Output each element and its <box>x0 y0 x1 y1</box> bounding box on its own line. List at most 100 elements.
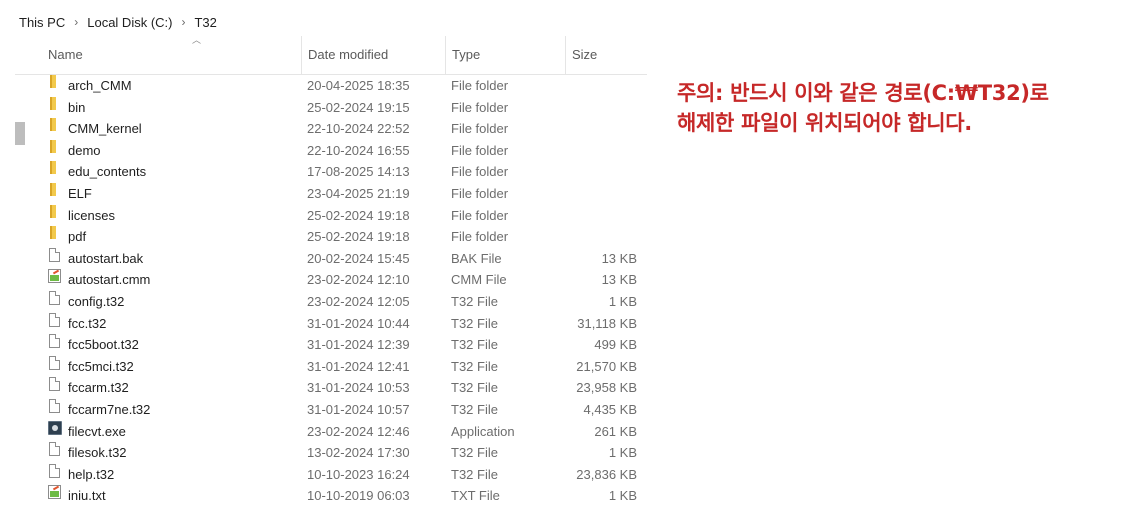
file-icon <box>48 291 62 313</box>
file-icon <box>48 247 62 270</box>
file-date-modified: 23-04-2025 21:19 <box>307 186 410 201</box>
file-row[interactable]: autostart.bak 20-02-2024 15:45 BAK File 13 … <box>15 247 647 270</box>
file-date-modified: 10-10-2023 16:24 <box>307 466 410 482</box>
chevron-right-icon: › <box>181 15 186 29</box>
file-row[interactable]: bin 25-02-2024 19:15 File folder <box>15 96 647 119</box>
file-row[interactable]: autostart.cmm 23-02-2024 12:10 CMM File 13 … <box>15 269 647 291</box>
folder-icon <box>48 204 62 227</box>
file-date-modified: 31-01-2024 12:39 <box>307 337 410 353</box>
file-name: fccarm.t32 <box>68 380 129 396</box>
file-type: File folder <box>451 142 509 158</box>
breadcrumb: This PC › Local Disk (C:) › T32 <box>19 12 217 32</box>
file-name: fcc.t32 <box>68 315 107 331</box>
column-header-name[interactable]: Name ︿ <box>42 35 301 74</box>
folder-icon <box>48 139 62 162</box>
file-row[interactable]: fccarm7ne.t32 31-01-2024 10:57 T32 File 4,4… <box>15 399 647 421</box>
folder-icon <box>48 96 62 119</box>
file-icon <box>48 355 62 378</box>
file-type: Application <box>451 423 515 439</box>
file-name: fcc5mci.t32 <box>68 358 134 374</box>
file-row[interactable]: arch_CMM 20-04-2025 18:35 File folder <box>15 75 647 97</box>
breadcrumb-t32[interactable]: T32 <box>194 15 216 30</box>
file-name: arch_CMM <box>68 78 132 93</box>
application-icon <box>48 420 62 443</box>
file-row[interactable]: fccarm.t32 31-01-2024 10:53 T32 File 23,958… <box>15 377 647 399</box>
file-size: 1 KB <box>608 488 637 504</box>
file-size: 23,958 KB <box>576 380 637 396</box>
file-row[interactable]: fcc5boot.t32 31-01-2024 12:39 T32 File 499 … <box>15 334 647 356</box>
file-size: 1 KB <box>608 445 637 461</box>
file-name: autostart.cmm <box>68 272 151 288</box>
file-row[interactable]: filecvt.exe 23-02-2024 12:46 Application 26… <box>15 420 647 443</box>
file-date-modified: 25-02-2024 19:15 <box>307 99 410 115</box>
file-type: T32 File <box>451 466 498 482</box>
file-size: 31,118 KB <box>577 315 637 331</box>
file-name: licenses <box>68 207 115 223</box>
file-type: T32 File <box>451 337 498 353</box>
file-name: demo <box>68 142 101 158</box>
file-type: BAK File <box>451 250 502 266</box>
file-row[interactable]: ELF 23-04-2025 21:19 File folder <box>15 183 647 205</box>
file-name: fcc5boot.t32 <box>68 337 139 353</box>
file-row[interactable]: edu_contents 17-08-2025 14:13 File folder <box>15 161 647 183</box>
file-date-modified: 25-02-2024 19:18 <box>307 207 410 223</box>
file-size: 13 KB <box>601 250 637 266</box>
file-row[interactable]: config.t32 23-02-2024 12:05 T32 File 1 KB <box>15 291 647 313</box>
file-row[interactable]: help.t32 10-10-2023 16:24 T32 File 23,836 K… <box>15 463 647 486</box>
file-row[interactable]: filesok.t32 13-02-2024 17:30 T32 File 1 KB <box>15 442 647 464</box>
file-size: 21,570 KB <box>576 358 637 374</box>
folder-icon <box>48 118 62 140</box>
file-size: 261 KB <box>594 423 637 439</box>
file-row[interactable]: CMM_kernel 22-10-2024 22:52 File folder <box>15 118 647 140</box>
column-header-name-label: Name <box>48 47 83 62</box>
file-date-modified: 10-10-2019 06:03 <box>307 488 410 504</box>
chevron-right-icon: › <box>74 15 79 29</box>
warning-note-line-2: 해제한 파일이 위치되어야 합니다. <box>677 111 972 135</box>
script-file-icon <box>48 485 62 507</box>
file-row[interactable]: fcc5mci.t32 31-01-2024 12:41 T32 File 21,57… <box>15 355 647 378</box>
breadcrumb-local-disk[interactable]: Local Disk (C:) <box>87 15 172 30</box>
file-date-modified: 25-02-2024 19:18 <box>307 229 410 245</box>
file-row[interactable]: iniu.txt 10-10-2019 06:03 TXT File 1 KB <box>15 485 647 507</box>
file-icon <box>48 399 62 421</box>
file-type: File folder <box>451 229 509 245</box>
file-date-modified: 31-01-2024 10:57 <box>307 402 410 417</box>
file-type: File folder <box>451 186 509 201</box>
file-row[interactable]: fcc.t32 31-01-2024 10:44 T32 File 31,118 KB <box>15 312 647 335</box>
script-file-icon <box>48 269 62 291</box>
file-name: config.t32 <box>68 294 125 309</box>
file-date-modified: 31-01-2024 12:41 <box>307 358 410 374</box>
column-header-date[interactable]: Date modified <box>301 36 445 74</box>
file-type: T32 File <box>451 358 498 374</box>
breadcrumb-this-pc[interactable]: This PC <box>19 15 65 30</box>
file-type: File folder <box>451 164 509 180</box>
file-date-modified: 20-02-2024 15:45 <box>307 250 410 266</box>
file-type: CMM File <box>451 272 507 288</box>
file-size: 499 KB <box>594 337 637 353</box>
file-name: bin <box>68 99 86 115</box>
file-date-modified: 13-02-2024 17:30 <box>307 445 410 461</box>
file-row[interactable]: licenses 25-02-2024 19:18 File folder <box>15 204 647 227</box>
file-date-modified: 22-10-2024 16:55 <box>307 142 410 158</box>
warning-note: 주의: 반드시 이와 같은 경로(C:₩T32)로 해제한 파일이 위치되어야 … <box>677 78 1137 138</box>
folder-icon <box>48 226 62 248</box>
file-type: T32 File <box>451 294 498 309</box>
file-name: CMM_kernel <box>68 121 142 137</box>
file-type: T32 File <box>451 315 498 331</box>
file-icon <box>48 377 62 399</box>
file-size: 23,836 KB <box>576 466 637 482</box>
file-date-modified: 17-08-2025 14:13 <box>307 164 410 180</box>
file-row[interactable]: pdf 25-02-2024 19:18 File folder <box>15 226 647 248</box>
file-type: T32 File <box>451 445 498 461</box>
file-type: File folder <box>451 121 509 137</box>
file-date-modified: 23-02-2024 12:46 <box>307 423 410 439</box>
file-list-pane: Name ︿ Date modified Type Size arch_CMM 2… <box>15 35 647 522</box>
file-name: filecvt.exe <box>68 423 126 439</box>
file-type: File folder <box>451 78 509 93</box>
column-header-size[interactable]: Size <box>565 36 647 74</box>
file-icon <box>48 442 62 464</box>
column-header-type[interactable]: Type <box>445 36 565 74</box>
file-row[interactable]: demo 22-10-2024 16:55 File folder <box>15 139 647 162</box>
file-type: File folder <box>451 99 509 115</box>
file-date-modified: 31-01-2024 10:44 <box>307 315 410 331</box>
